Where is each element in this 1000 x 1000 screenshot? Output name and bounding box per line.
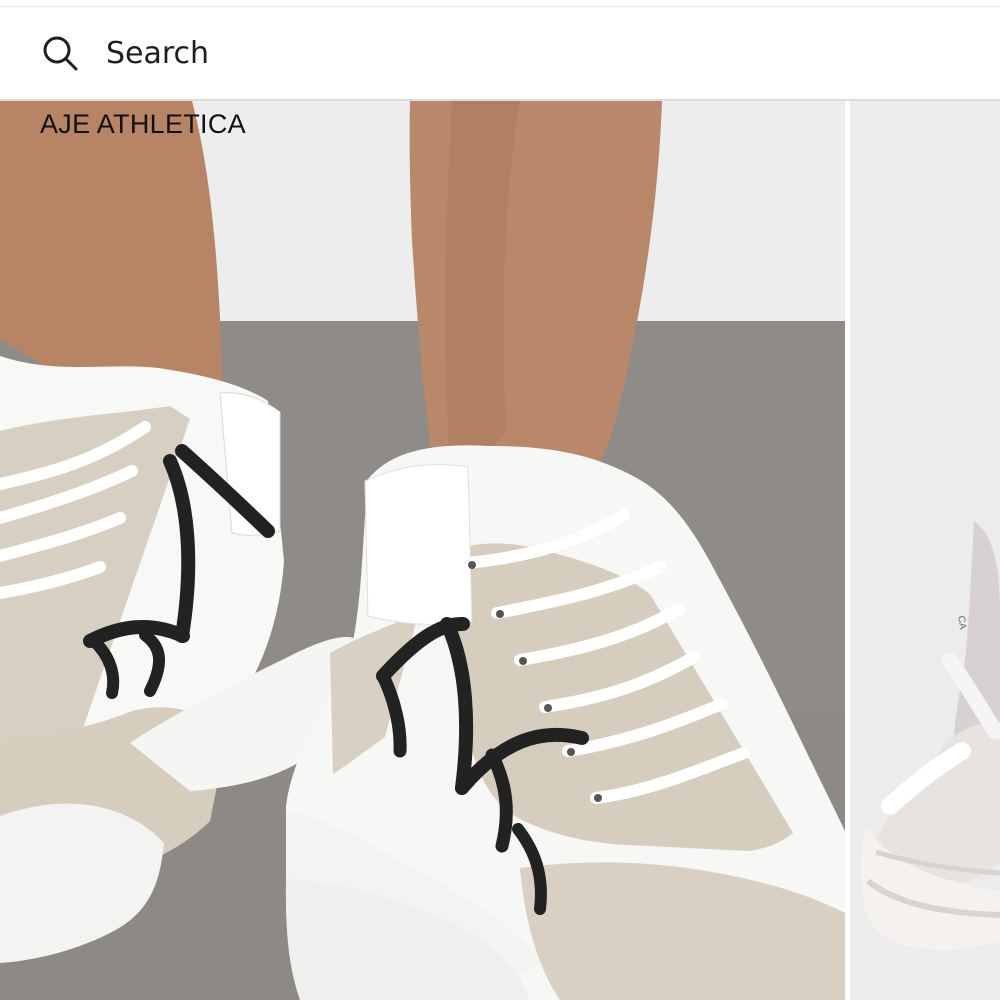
- product-image-next-sneaker[interactable]: [850, 101, 1000, 1000]
- product-image-sneakers[interactable]: [0, 101, 845, 1000]
- product-gallery[interactable]: AJE ATHLETICA CA: [0, 101, 1000, 1000]
- product-card-next[interactable]: CA: [850, 101, 1000, 1000]
- next-product-logo-text: CA: [955, 615, 968, 631]
- product-card-aje-athletica[interactable]: AJE ATHLETICA: [0, 101, 845, 1000]
- search-input[interactable]: [106, 31, 966, 75]
- search-icon[interactable]: [40, 33, 80, 73]
- app-root: AJE ATHLETICA: [0, 0, 1000, 1000]
- product-brand-label: AJE ATHLETICA: [40, 109, 246, 139]
- search-bar: [0, 7, 1000, 101]
- top-divider: [0, 0, 1000, 7]
